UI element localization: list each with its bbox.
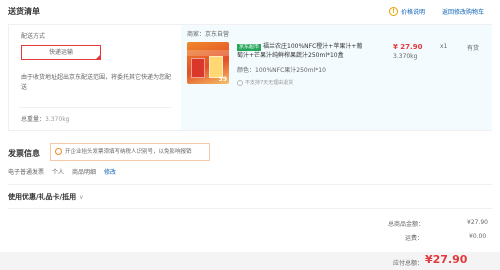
- invoice-detail: 商品明细: [72, 169, 97, 176]
- divider: [8, 184, 492, 185]
- goods-total-value: ¥27.90: [467, 219, 488, 226]
- info-icon: !: [389, 7, 398, 16]
- invoice-tip-text: 开企业抬头发票须填写纳税人识别号，以免影响报销: [65, 149, 192, 155]
- payable-amount: ¥27.90: [425, 253, 468, 266]
- invoice-modify-link[interactable]: 修改: [104, 167, 116, 176]
- price-note-label[interactable]: 价格说明: [401, 7, 425, 16]
- payable-bar: 应付总额： ¥27.90: [0, 252, 500, 270]
- goods-section: 商家：京东自营 39 京东超市 福兰农庄100%NFC橙汁+苹果汁+葡萄汁+芒果汁…: [181, 25, 492, 130]
- divider: [19, 107, 171, 108]
- divider: [8, 208, 492, 209]
- order-header: 送货清单 ! 价格说明 返回修改购物车: [0, 0, 500, 24]
- delivery-list-title: 送货清单: [8, 7, 40, 16]
- warning-circle-icon: [55, 148, 62, 155]
- goods-total-label: 总商品金额：: [388, 221, 425, 228]
- invoice-info: 电子普通发票 个人 商品明细 修改: [8, 167, 116, 176]
- invoice-tip: 开企业抬头发票须填写纳税人识别号，以免影响报销: [50, 143, 210, 161]
- price-note-link[interactable]: ! 价格说明: [389, 7, 425, 16]
- back-to-cart-link[interactable]: 返回修改购物车: [442, 7, 484, 16]
- shipping-tip: 由于收货地址超出京东配送范围，将委托其它快递为您配送: [21, 74, 172, 91]
- total-weight-label: 总重量：: [21, 116, 46, 123]
- total-weight: 总重量：3.370kg: [21, 114, 69, 123]
- no-return-text: 不支持7天无理由退货: [245, 80, 294, 86]
- stock-status: 有货: [467, 45, 480, 52]
- total-weight-value: 3.370kg: [45, 116, 70, 123]
- coupon-toggle[interactable]: 使用优惠/礼品卡/抵用 ∨: [8, 192, 84, 202]
- no-return-notice: 不支持7天无理由退货: [237, 79, 293, 86]
- chevron-down-icon[interactable]: ∨: [79, 194, 83, 201]
- jd-supermarket-tag: 京东超市: [237, 44, 262, 51]
- shipping-method-name: 快递运输: [48, 49, 73, 56]
- freight-value: ¥0.00: [469, 233, 487, 240]
- product-price: ¥ 27.90: [393, 43, 423, 51]
- product-weight: 3.370kg: [393, 53, 418, 60]
- shipping-method-option[interactable]: 快递运输: [21, 45, 101, 60]
- freight-label: 运费：: [405, 235, 424, 242]
- coupon-label[interactable]: 使用优惠/礼品卡/抵用: [8, 192, 76, 202]
- payable-label: 应付总额：: [393, 260, 424, 267]
- invoice-person: 个人: [52, 169, 65, 176]
- shop-name: 商家：京东自营: [187, 31, 230, 38]
- thumb-carton-yellow: [209, 56, 223, 78]
- selected-corner-icon: [95, 54, 101, 60]
- product-spec: 颜色：100%NFC果汁250ml*10: [237, 67, 326, 74]
- product-thumbnail[interactable]: 39: [187, 42, 229, 84]
- thumb-carton-red: [191, 58, 205, 78]
- shipping-method-label: 配送方式: [21, 33, 46, 40]
- invoice-title: 发票信息: [8, 149, 40, 158]
- no-return-icon: [237, 79, 243, 86]
- product-name[interactable]: 京东超市 福兰农庄100%NFC橙汁+苹果汁+葡萄汁+芒果汁纯鲜榨果蔬汁250ml…: [237, 42, 367, 60]
- product-quantity: x1: [440, 43, 448, 50]
- thumb-number: 39: [218, 76, 227, 83]
- invoice-type: 电子普通发票: [8, 169, 45, 176]
- delivery-box: 配送方式 快递运输 由于收货地址超出京东配送范围，将委托其它快递为您配送 总重量…: [8, 24, 492, 131]
- shipping-section: 配送方式 快递运输 由于收货地址超出京东配送范围，将委托其它快递为您配送 总重量…: [9, 25, 181, 130]
